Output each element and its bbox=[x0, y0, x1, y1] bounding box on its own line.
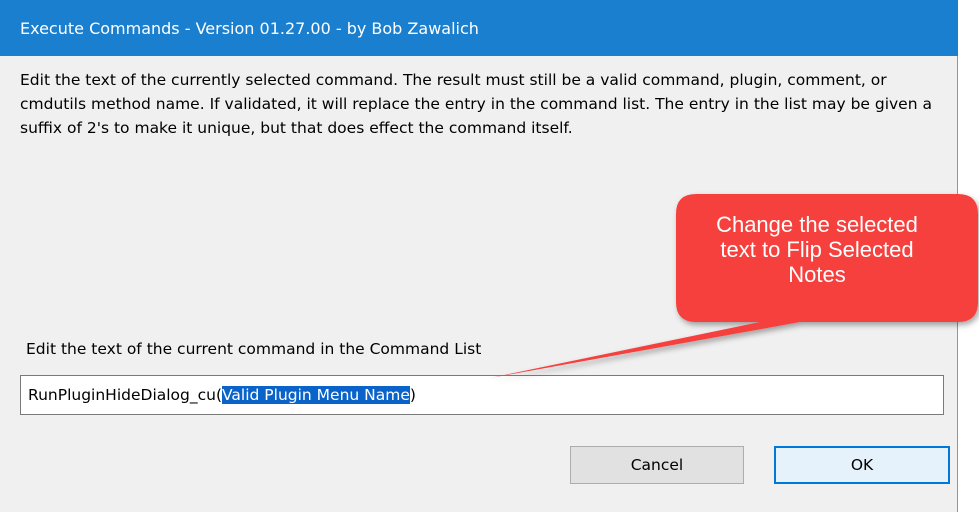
callout-line-2: text to Flip Selected bbox=[720, 237, 914, 262]
command-text-value: RunPluginHideDialog_cu(Valid Plugin Menu… bbox=[28, 385, 416, 405]
cancel-button[interactable]: Cancel bbox=[570, 446, 744, 484]
callout-line-1: Change the selected bbox=[716, 212, 918, 237]
command-text-prefix: RunPluginHideDialog_cu( bbox=[28, 386, 223, 404]
screenshot: Execute Commands - Version 01.27.00 - by… bbox=[0, 0, 979, 512]
command-field-label: Edit the text of the current command in … bbox=[26, 340, 482, 358]
command-text-input[interactable]: RunPluginHideDialog_cu(Valid Plugin Menu… bbox=[20, 375, 944, 415]
callout-text: Change the selected text to Flip Selecte… bbox=[677, 212, 957, 287]
callout-line-3: Notes bbox=[788, 262, 846, 287]
title-bar[interactable]: Execute Commands - Version 01.27.00 - by… bbox=[0, 0, 958, 56]
dialog-description: Edit the text of the currently selected … bbox=[20, 71, 932, 137]
window-title: Execute Commands - Version 01.27.00 - by… bbox=[20, 19, 479, 38]
ok-button[interactable]: OK bbox=[774, 446, 950, 484]
command-text-suffix: ) bbox=[409, 386, 416, 404]
command-text-selection: Valid Plugin Menu Name bbox=[222, 386, 410, 404]
